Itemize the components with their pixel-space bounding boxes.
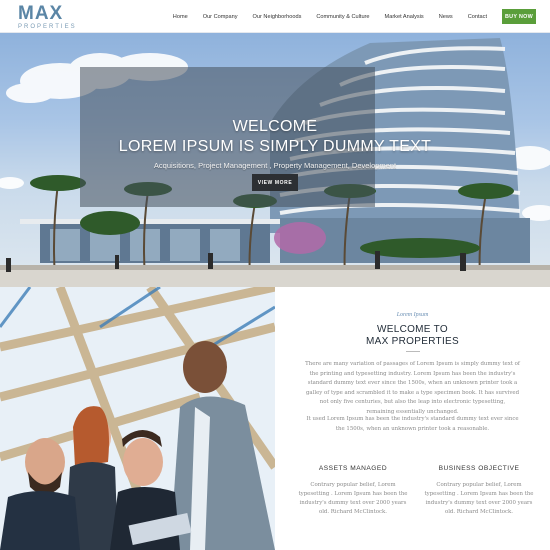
hero-text: WELCOME LOREM IPSUM IS SIMPLY DUMMY TEXT… (80, 117, 470, 170)
nav-market-analysis[interactable]: Market Analysis (385, 14, 424, 20)
logo-subtitle: PROPERTIES (18, 24, 77, 30)
buy-now-button[interactable]: BUY NOW (502, 9, 536, 24)
nav-news[interactable]: News (439, 14, 453, 20)
hero-headline: LOREM IPSUM IS SIMPLY DUMMY TEXT (118, 138, 432, 155)
nav-community-culture[interactable]: Community & Culture (316, 14, 369, 20)
nav-home[interactable]: Home (173, 14, 188, 20)
business-objective-text: Contrary popular belief, Lorem typesetti… (424, 482, 534, 515)
view-more-button[interactable]: VIEW MORE (252, 174, 298, 191)
nav-our-company[interactable]: Our Company (203, 14, 238, 20)
hero-subtitle: Acquisitions, Project Management , Prope… (153, 161, 397, 170)
site-logo[interactable]: MAX PROPERTIES (18, 4, 77, 30)
about-title-line2: MAX PROPERTIES (366, 336, 459, 347)
assets-managed-block: ASSETS MANAGED Contrary popular belief, … (297, 465, 409, 517)
team-photo (0, 287, 275, 550)
team-photo-image (0, 287, 275, 550)
business-objective-title: BUSINESS OBJECTIVE (438, 465, 520, 472)
about-paragraph-1: There are many variation of passages of … (305, 361, 520, 415)
about-paragraph-2: It used Lorem Ipsum has been the industr… (306, 416, 519, 432)
hero-banner: WELCOME LOREM IPSUM IS SIMPLY DUMMY TEXT… (0, 33, 550, 287)
assets-managed-text: Contrary popular belief, Lorem typesetti… (298, 482, 408, 515)
site-header: MAX PROPERTIES Home Our Company Our Neig… (0, 0, 550, 33)
business-objective-block: BUSINESS OBJECTIVE Contrary popular beli… (423, 465, 535, 517)
about-title-line1: WELCOME TO (377, 324, 448, 335)
nav-our-neighborhoods[interactable]: Our Neighborhoods (253, 14, 302, 20)
logo-wordmark: MAX (18, 3, 64, 24)
assets-managed-title: ASSETS MANAGED (318, 465, 388, 472)
about-kicker: Lorem Ipsum (396, 312, 429, 318)
hero-welcome: WELCOME (232, 118, 318, 135)
title-divider (406, 351, 420, 352)
nav-contact[interactable]: Contact (468, 14, 487, 20)
about-section: Lorem Ipsum WELCOME TO MAX PROPERTIES Th… (275, 287, 550, 550)
main-nav: Home Our Company Our Neighborhoods Commu… (173, 0, 550, 33)
about-title: WELCOME TO MAX PROPERTIES (275, 324, 550, 348)
